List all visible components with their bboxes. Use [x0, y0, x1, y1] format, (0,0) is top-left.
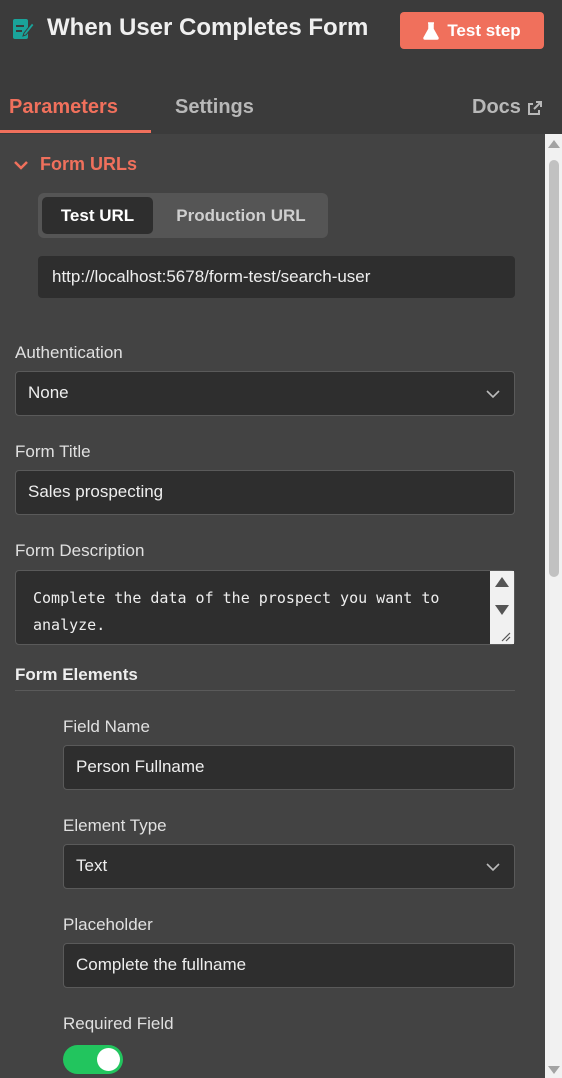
- test-url-tab[interactable]: Test URL: [42, 197, 153, 234]
- node-title: When User Completes Form: [47, 14, 369, 41]
- test-step-button[interactable]: Test step: [400, 12, 544, 49]
- form-urls-toggle[interactable]: Form URLs: [14, 154, 137, 175]
- panel-scrollbar[interactable]: [545, 134, 562, 1078]
- production-url-tab[interactable]: Production URL: [158, 197, 324, 234]
- form-description-textarea[interactable]: Complete the data of the prospect you wa…: [15, 570, 515, 645]
- chevron-down-icon: [14, 160, 28, 170]
- element-type-value: Text: [76, 856, 108, 875]
- tab-settings[interactable]: Settings: [175, 96, 254, 119]
- url-type-switch: Test URL Production URL: [38, 193, 328, 238]
- parameters-panel: Form URLs Test URL Production URL http:/…: [0, 134, 545, 1078]
- scroll-up-arrow-icon[interactable]: [548, 140, 560, 148]
- flask-icon: [423, 21, 440, 40]
- form-title-label: Form Title: [15, 442, 91, 461]
- field-name-input[interactable]: Person Fullname: [63, 745, 515, 790]
- node-header: When User Completes Form Test step Param…: [0, 0, 562, 134]
- form-title-input[interactable]: Sales prospecting: [15, 470, 515, 515]
- form-urls-heading: Form URLs: [40, 154, 138, 174]
- test-step-label: Test step: [447, 20, 521, 40]
- placeholder-label: Placeholder: [63, 915, 153, 934]
- textarea-scrollbar[interactable]: [490, 571, 514, 644]
- docs-link[interactable]: Docs: [472, 96, 543, 119]
- chevron-down-icon: [486, 863, 500, 872]
- form-url-value[interactable]: http://localhost:5678/form-test/search-u…: [38, 256, 515, 298]
- toggle-knob: [97, 1048, 120, 1071]
- docs-label: Docs: [472, 96, 521, 118]
- element-type-select[interactable]: Text: [63, 844, 515, 889]
- scroll-up-arrow-icon[interactable]: [495, 577, 509, 587]
- form-elements-heading: Form Elements: [15, 665, 138, 684]
- form-description-label: Form Description: [15, 541, 145, 560]
- required-field-label: Required Field: [63, 1014, 174, 1033]
- authentication-value: None: [28, 383, 69, 402]
- section-divider: [15, 690, 515, 691]
- external-link-icon: [527, 100, 542, 115]
- tab-bar: Parameters Settings Docs: [0, 86, 562, 134]
- authentication-select[interactable]: None: [15, 371, 515, 416]
- authentication-label: Authentication: [15, 343, 123, 362]
- field-name-label: Field Name: [63, 717, 150, 736]
- element-type-label: Element Type: [63, 816, 167, 835]
- resize-handle-icon[interactable]: [499, 630, 511, 642]
- chevron-down-icon: [486, 390, 500, 399]
- title-row: When User Completes Form Test step: [0, 0, 562, 62]
- required-field-toggle[interactable]: [63, 1045, 123, 1074]
- placeholder-input[interactable]: Complete the fullname: [63, 943, 515, 988]
- scroll-down-arrow-icon[interactable]: [495, 605, 509, 615]
- form-description-value: Complete the data of the prospect you wa…: [33, 589, 440, 634]
- form-node-icon: [13, 19, 34, 39]
- tab-parameters[interactable]: Parameters: [9, 96, 118, 119]
- scroll-down-arrow-icon[interactable]: [548, 1066, 560, 1074]
- active-tab-indicator: [0, 130, 151, 133]
- scroll-thumb[interactable]: [549, 160, 559, 577]
